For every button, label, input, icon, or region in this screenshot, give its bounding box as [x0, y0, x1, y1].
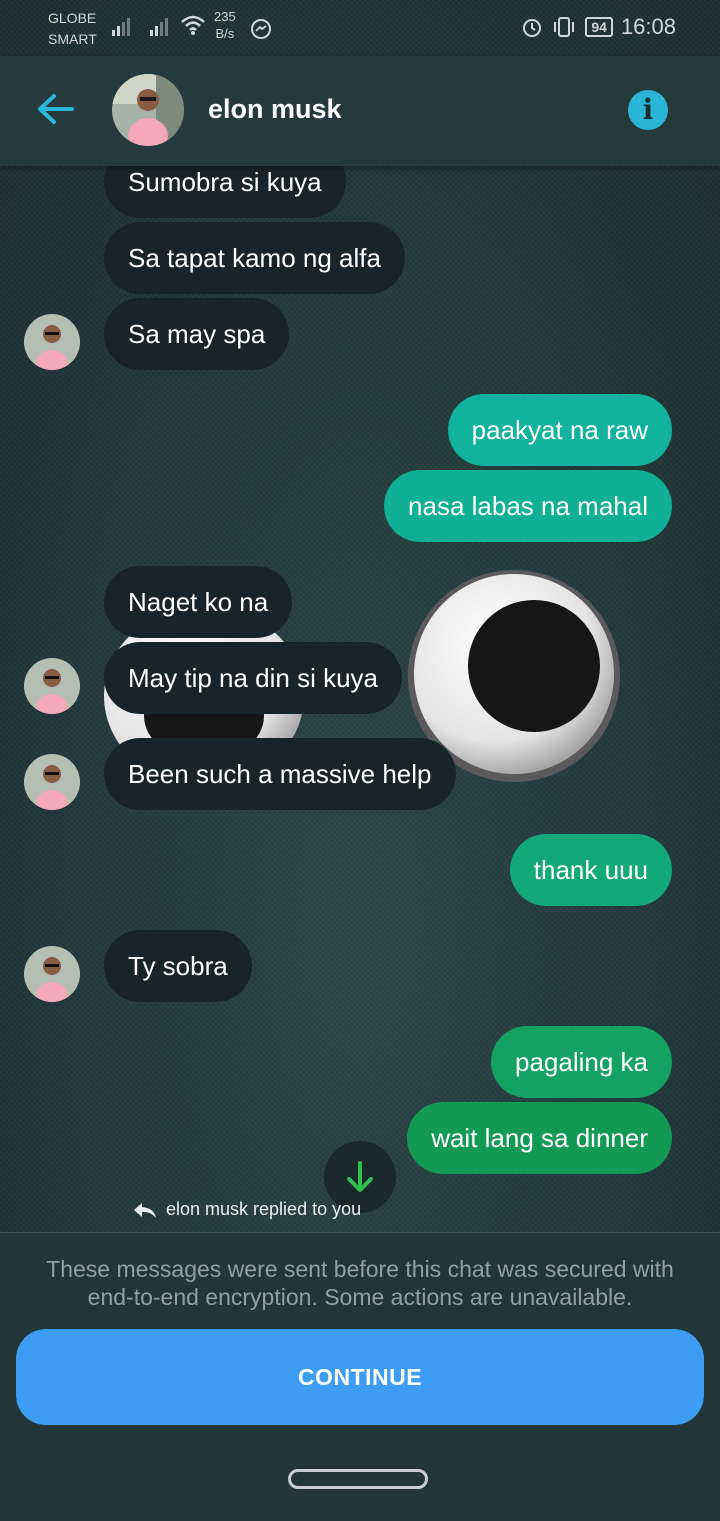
chat-header: elon musk i: [0, 56, 720, 166]
continue-button[interactable]: CONTINUE: [16, 1329, 704, 1425]
message-list[interactable]: Sumobra si kuya Sa tapat kamo ng alfa Sa…: [0, 166, 720, 1232]
messenger-icon: [251, 19, 271, 39]
status-right: 94 16:08: [521, 14, 676, 40]
alarm-icon: [523, 19, 542, 37]
message-bubble-outgoing[interactable]: nasa labas na mahal: [384, 470, 672, 542]
speed-unit: B/s: [215, 26, 235, 41]
reply-indicator: elon musk replied to you: [132, 1199, 361, 1220]
battery-level: 94: [585, 17, 613, 37]
message-bubble-outgoing[interactable]: paakyat na raw: [447, 394, 672, 466]
message-bubble-incoming[interactable]: May tip na din si kuya: [104, 642, 403, 714]
message-bubble-incoming[interactable]: Ty sobra: [104, 930, 252, 1002]
speed-value: 235: [214, 9, 236, 24]
message-bubble-outgoing[interactable]: pagaling ka: [491, 1026, 672, 1098]
message-bubble-incoming[interactable]: Sa may spa: [104, 298, 290, 370]
carrier-1: GLOBE: [48, 10, 97, 26]
message-bubble-incoming[interactable]: Been such a massive help: [104, 738, 456, 810]
contact-name[interactable]: elon musk: [208, 94, 342, 125]
encryption-notice: These messages were sent before this cha…: [46, 1256, 674, 1310]
message-bubble-incoming[interactable]: Naget ko na: [104, 566, 293, 638]
reply-indicator-text: elon musk replied to you: [166, 1199, 362, 1219]
message-bubble-outgoing[interactable]: thank uuu: [509, 834, 672, 906]
signal-1-icon: [112, 18, 130, 36]
sender-avatar[interactable]: [24, 946, 80, 1002]
sender-avatar[interactable]: [24, 658, 80, 714]
back-arrow-icon[interactable]: [36, 92, 76, 126]
wifi-icon: [181, 15, 205, 35]
encryption-footer: These messages were sent before this cha…: [0, 1232, 720, 1521]
reply-icon: [134, 1202, 156, 1218]
home-gesture-bar[interactable]: [288, 1469, 428, 1489]
message-bubble-incoming[interactable]: Sa tapat kamo ng alfa: [104, 222, 405, 294]
status-bar: GLOBE SMART 235 B/s 94 16:08: [0, 0, 720, 56]
message-bubble-incoming[interactable]: Sumobra si kuya: [104, 166, 346, 218]
signal-2-icon: [150, 18, 168, 36]
info-icon[interactable]: i: [628, 90, 668, 130]
clock: 16:08: [620, 14, 676, 39]
sender-avatar[interactable]: [24, 314, 80, 370]
sender-avatar[interactable]: [24, 754, 80, 810]
carrier-2: SMART: [48, 31, 97, 47]
vibrate-icon: [554, 17, 575, 37]
network-speed: 235 B/s: [214, 8, 236, 42]
carrier-names: GLOBE SMART: [48, 8, 97, 50]
contact-avatar[interactable]: [112, 74, 184, 146]
message-bubble-outgoing[interactable]: wait lang sa dinner: [407, 1102, 672, 1174]
